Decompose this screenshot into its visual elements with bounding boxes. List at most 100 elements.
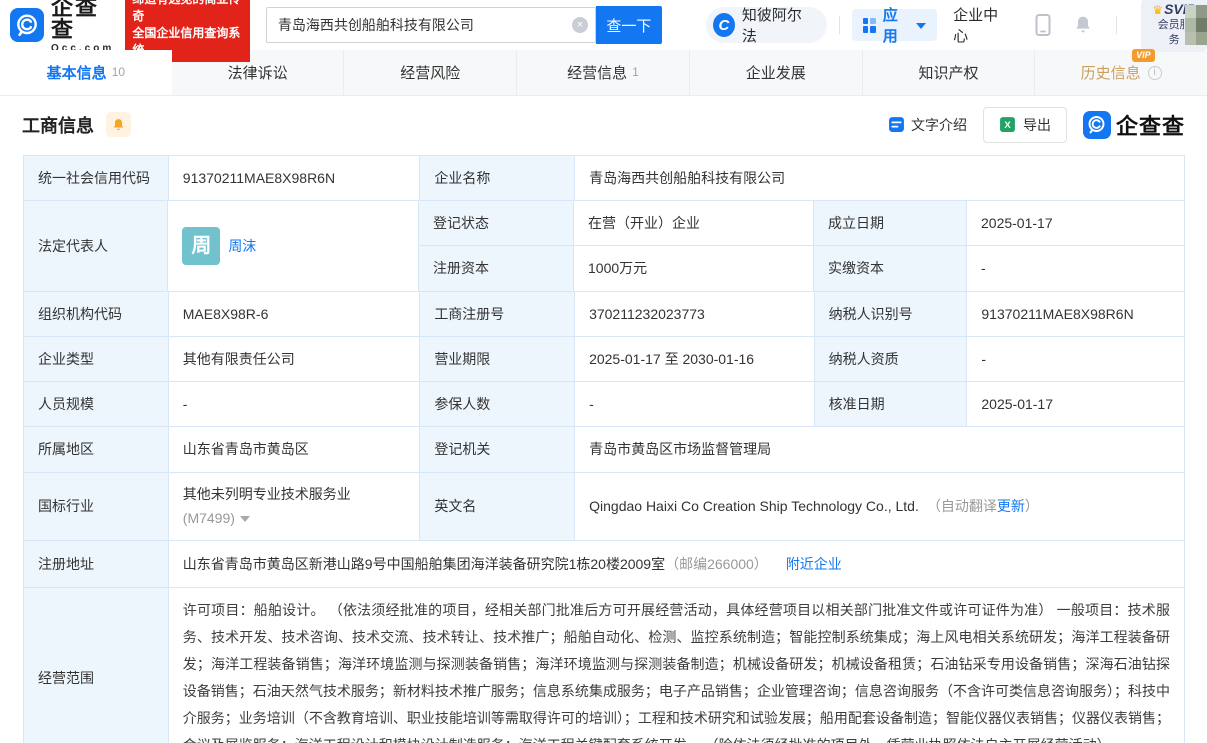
tab-basic-info[interactable]: 基本信息 10 <box>0 50 172 95</box>
text-intro-label: 文字介绍 <box>911 115 967 135</box>
table-subrow: 注册资本 1000万元 实缴资本 - <box>419 246 1184 291</box>
zhibi-alpha-label: 知彼阿尔法 <box>742 4 811 46</box>
tab-label: 法律诉讼 <box>228 62 288 83</box>
table-row: 所属地区 山东省青岛市黄岛区 登记机关 青岛市黄岛区市场监督管理局 <box>24 427 1184 473</box>
monitor-bell-button[interactable] <box>106 112 131 137</box>
text-intro-button[interactable]: 文字介绍 <box>888 115 967 135</box>
region-value: 山东省青岛市黄岛区 <box>169 427 421 472</box>
section-header: 工商信息 文字介绍 X 导出 <box>0 96 1207 153</box>
qcc-swirl-icon <box>14 12 40 38</box>
reg-no-label: 工商注册号 <box>420 292 575 336</box>
table-row: 组织机构代码 MAE8X98R-6 工商注册号 370211232023773 … <box>24 292 1184 337</box>
export-button[interactable]: X 导出 <box>983 107 1067 143</box>
header-divider <box>1116 16 1117 34</box>
caret-down-icon <box>916 23 926 29</box>
tab-label: 经营信息 <box>567 62 627 83</box>
apps-menu-button[interactable]: 应用 <box>852 9 938 41</box>
address-value: 山东省青岛市黄岛区新港山路9号中国船舶集团海洋装备研究院1栋20楼2009室 （… <box>169 541 1184 587</box>
reg-capital-label: 注册资本 <box>419 246 574 291</box>
apps-label: 应用 <box>883 4 909 46</box>
org-code-value: MAE8X98R-6 <box>169 292 421 336</box>
mobile-app-button[interactable] <box>1034 13 1052 37</box>
header-divider <box>839 16 840 34</box>
reg-status-label: 登记状态 <box>419 201 574 245</box>
business-info-table: 统一社会信用代码 91370211MAE8X98R6N 企业名称 青岛海西共创船… <box>23 155 1185 743</box>
table-row: 注册地址 山东省青岛市黄岛区新港山路9号中国船舶集团海洋装备研究院1栋20楼20… <box>24 541 1184 588</box>
excel-icon: X <box>999 116 1016 133</box>
credit-code-label: 统一社会信用代码 <box>24 156 169 200</box>
enterprise-center-link[interactable]: 企业中心 <box>953 4 1008 46</box>
establish-date-label: 成立日期 <box>814 201 967 245</box>
address-label: 注册地址 <box>24 541 169 587</box>
nearby-companies-link[interactable]: 附近企业 <box>786 554 842 575</box>
staff-size-value: - <box>169 382 421 426</box>
taxpayer-id-label: 纳税人识别号 <box>815 292 968 336</box>
tab-company-development[interactable]: 企业发展 <box>689 50 862 95</box>
tab-legal-litigation[interactable]: 法律诉讼 <box>172 50 344 95</box>
tab-label: 经营风险 <box>400 62 460 83</box>
search-input[interactable] <box>266 7 596 43</box>
scope-label: 经营范围 <box>24 588 169 743</box>
table-row: 人员规模 - 参保人数 - 核准日期 2025-01-17 <box>24 382 1184 427</box>
industry-name: 其他未列明专业技术服务业 <box>183 484 351 505</box>
brand-name-cn: 企查查 <box>51 0 117 41</box>
qcc-logo-icon <box>1083 111 1111 139</box>
table-row: 法定代表人 周 周沫 登记状态 在营（开业）企业 成立日期 2025-01-17… <box>24 201 1184 292</box>
address-zip: （邮编266000） <box>665 554 768 575</box>
industry-label: 国标行业 <box>24 473 169 540</box>
tab-intellectual-property[interactable]: 知识产权 <box>862 50 1035 95</box>
table-subrow: 登记状态 在营（开业）企业 成立日期 2025-01-17 <box>419 201 1184 246</box>
notifications-button[interactable] <box>1072 13 1094 37</box>
tab-label: 企业发展 <box>746 62 806 83</box>
qcc-logo-text: 企查查 <box>1116 109 1185 141</box>
paid-capital-label: 实缴资本 <box>814 246 967 291</box>
search-clear-icon[interactable]: × <box>572 17 588 33</box>
tab-count: 1 <box>632 65 639 79</box>
svg-text:X: X <box>1004 120 1011 131</box>
insured-count-value: - <box>575 382 815 426</box>
top-header: 企查查 Qcc.com 缔造有远见的商业传奇 全国企业信用查询系统 × 查一下 … <box>0 0 1207 50</box>
tab-count: 10 <box>112 65 125 79</box>
bell-icon <box>1072 13 1094 37</box>
legal-rep-link[interactable]: 周沫 <box>228 236 256 257</box>
table-row: 经营范围 许可项目：船舶设计。 （依法须经批准的项目，经相关部门批准后方可开展经… <box>24 588 1184 743</box>
tab-history-info[interactable]: 历史信息 VIP i <box>1034 50 1207 95</box>
tab-label: 历史信息 VIP <box>1081 62 1141 83</box>
crown-icon: ♛ <box>1152 3 1163 17</box>
translate-update-link[interactable]: 更新 <box>997 498 1025 514</box>
address-text: 山东省青岛市黄岛区新港山路9号中国船舶集团海洋装备研究院1栋20楼2009室 <box>183 554 665 575</box>
qcc-watermark-logo: 企查查 <box>1083 109 1185 141</box>
brand-text[interactable]: 企查查 Qcc.com <box>51 0 117 54</box>
company-type-value: 其他有限责任公司 <box>169 337 421 381</box>
english-name-label: 英文名 <box>420 473 575 540</box>
business-term-value: 2025-01-17 至 2030-01-16 <box>575 337 815 381</box>
tab-business-info[interactable]: 经营信息 1 <box>516 50 689 95</box>
zhibi-alpha-button[interactable]: C 知彼阿尔法 <box>706 7 827 43</box>
zhibi-alpha-icon: C <box>713 13 735 37</box>
reg-no-value: 370211232023773 <box>575 292 815 336</box>
slogan-line-1: 缔造有远见的商业传奇 <box>132 0 243 25</box>
registry-label: 登记机关 <box>420 427 575 472</box>
industry-code[interactable]: (M7499) <box>183 508 250 529</box>
english-name-value: Qingdao Haixi Co Creation Ship Technolog… <box>575 473 1184 540</box>
tab-operational-risk[interactable]: 经营风险 <box>343 50 516 95</box>
approval-date-value: 2025-01-17 <box>967 382 1184 426</box>
legal-rep-label: 法定代表人 <box>24 201 168 291</box>
translate-note: （自动翻译更新） <box>927 496 1039 517</box>
section-title: 工商信息 <box>22 112 94 138</box>
tab-label: 基本信息 <box>47 62 107 83</box>
search-button[interactable]: 查一下 <box>596 6 662 44</box>
registry-value: 青岛市黄岛区市场监督管理局 <box>575 427 1184 472</box>
region-label: 所属地区 <box>24 427 169 472</box>
table-row: 企业类型 其他有限责任公司 营业期限 2025-01-17 至 2030-01-… <box>24 337 1184 382</box>
nested-cells: 登记状态 在营（开业）企业 成立日期 2025-01-17 注册资本 1000万… <box>419 201 1184 291</box>
chevron-down-icon <box>240 516 250 522</box>
approval-date-label: 核准日期 <box>815 382 968 426</box>
establish-date-value: 2025-01-17 <box>967 201 1184 245</box>
corner-thumbnail <box>1185 5 1207 45</box>
credit-code-value: 91370211MAE8X98R6N <box>169 156 421 200</box>
business-term-label: 营业期限 <box>420 337 575 381</box>
insured-count-label: 参保人数 <box>420 382 575 426</box>
qcc-logo-icon[interactable] <box>10 8 44 42</box>
legal-rep-avatar[interactable]: 周 <box>182 227 220 265</box>
